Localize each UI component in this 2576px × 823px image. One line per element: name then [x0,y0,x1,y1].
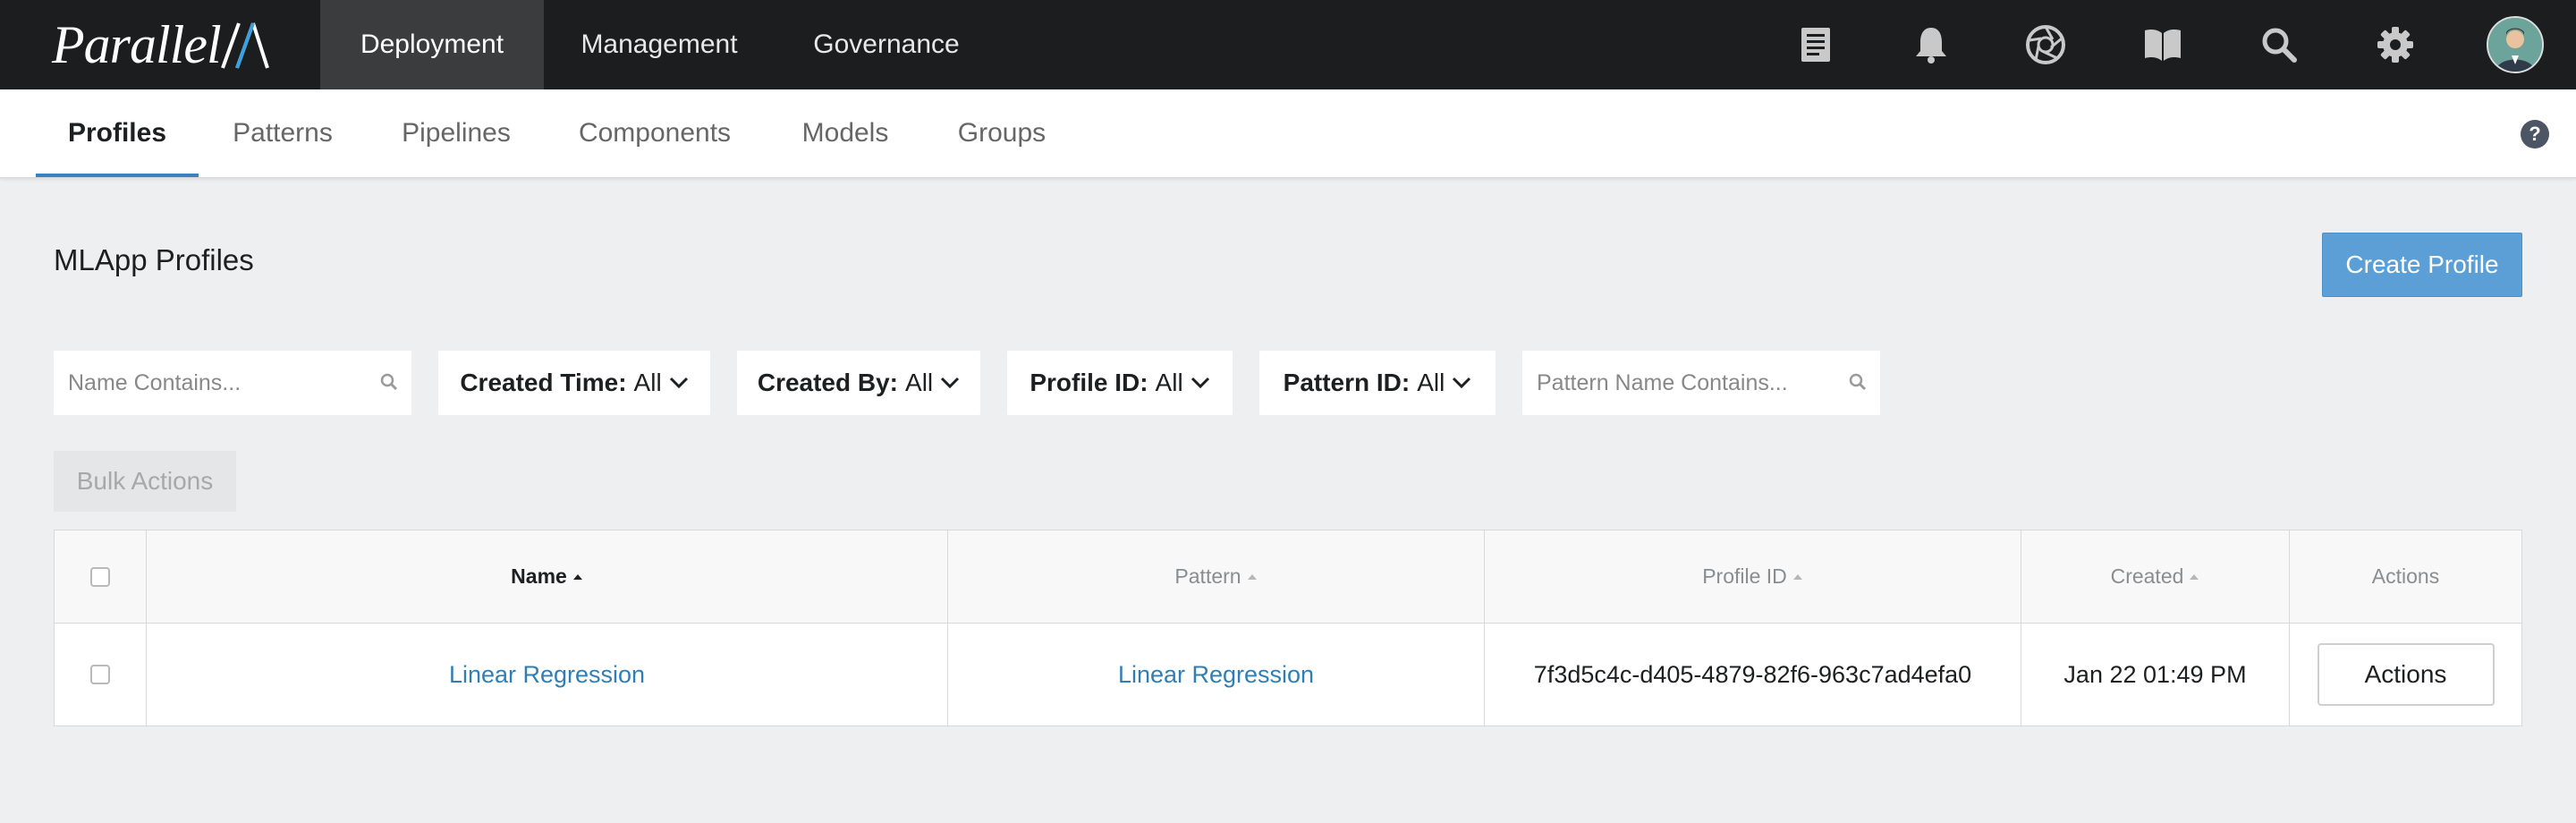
chevron-down-icon [1191,377,1209,389]
tab-label: Components [578,118,732,148]
book-icon[interactable] [2140,22,2185,67]
sort-icon [1247,573,1257,580]
column-header-label: Profile ID [1702,564,1787,588]
nav-tab-deployment[interactable]: Deployment [320,0,544,89]
document-icon[interactable] [1793,22,1838,67]
row-pattern-cell: Linear Regression [948,624,1484,725]
search-icon[interactable] [2257,22,2301,67]
profile-name-link[interactable]: Linear Regression [449,661,645,689]
row-profile-id-cell: 7f3d5c4c-d405-4879-82f6-963c7ad4efa0 [1533,660,1972,688]
app-logo[interactable]: Parallel [52,14,271,74]
create-profile-button[interactable]: Create Profile [2322,233,2522,297]
filter-key: Created By: [757,369,899,396]
pattern-name-placeholder: Pattern Name Contains... [1537,369,1788,395]
created-by-filter[interactable]: Created By: All [737,351,980,415]
table-row [55,624,146,725]
pattern-name-search-input[interactable]: Pattern Name Contains... [1522,351,1880,415]
chevron-down-icon [1453,377,1471,389]
row-actions-cell: Actions [2290,624,2521,725]
chevron-down-icon [669,377,688,389]
tab-label: Groups [957,118,1046,148]
filter-value: All [905,369,934,396]
search-icon [1849,373,1867,391]
pattern-id-filter[interactable]: Pattern ID: All [1259,351,1496,415]
tab-models[interactable]: Models [782,89,909,177]
select-all-cell [55,530,146,623]
help-icon[interactable]: ? [2521,120,2549,148]
column-header-profile-id[interactable]: Profile ID [1485,530,2021,623]
filter-key: Pattern ID: [1283,369,1411,396]
tab-groups[interactable]: Groups [945,89,1059,177]
nav-tab-management[interactable]: Management [544,0,775,89]
column-header-name[interactable]: Name [147,530,947,623]
user-avatar[interactable] [2487,16,2544,73]
pattern-link[interactable]: Linear Regression [1118,661,1314,689]
created-time-filter[interactable]: Created Time: All [438,351,710,415]
sort-icon [1792,573,1802,580]
gear-icon[interactable] [2373,22,2418,67]
select-all-checkbox[interactable] [90,566,110,587]
tab-patterns[interactable]: Patterns [215,89,351,177]
sort-icon [2190,573,2199,580]
row-checkbox[interactable] [90,665,110,684]
aperture-icon[interactable] [2023,22,2068,67]
column-header-pattern[interactable]: Pattern [948,530,1484,623]
filter-value: All [633,369,662,396]
tab-label: Pipelines [402,118,511,148]
top-navigation-bar: Parallel Deployment Management Governanc… [0,0,2576,89]
bulk-actions-button[interactable]: Bulk Actions [54,451,236,512]
row-actions-button[interactable]: Actions [2317,643,2495,706]
sort-asc-icon [572,573,582,580]
bell-icon[interactable] [1909,22,1953,67]
search-icon [380,373,398,391]
nav-tab-governance[interactable]: Governance [775,0,998,89]
column-header-label: Actions [2371,564,2440,588]
name-search-placeholder: Name Contains... [68,369,242,395]
name-search-input[interactable]: Name Contains... [54,351,411,415]
column-header-actions: Actions [2290,530,2521,623]
profiles-table: Name Pattern Profile ID Created Actions … [54,530,2522,726]
tab-components[interactable]: Components [565,89,744,177]
tab-profiles[interactable]: Profiles [36,89,199,177]
column-header-created[interactable]: Created [2021,530,2289,623]
tab-label: Profiles [67,118,167,148]
chevron-down-icon [941,377,960,389]
tab-label: Models [801,118,889,148]
logo-text: Parallel [52,14,222,74]
secondary-navigation: Profiles Patterns Pipelines Components M… [0,89,2576,178]
row-created-cell: Jan 22 01:49 PM [2063,660,2247,688]
filter-key: Profile ID: [1030,369,1148,396]
nav-tab-label: Deployment [360,30,504,59]
column-header-label: Name [511,564,567,588]
filter-value: All [1155,369,1183,396]
filter-value: All [1417,369,1445,396]
profile-id-filter[interactable]: Profile ID: All [1007,351,1233,415]
tab-label: Patterns [233,118,333,148]
tab-pipelines[interactable]: Pipelines [385,89,528,177]
parallelm-mark-icon [220,22,269,69]
row-name-cell: Linear Regression [147,624,947,725]
nav-tab-label: Governance [813,30,960,59]
page-title: MLApp Profiles [54,243,254,276]
filter-key: Created Time: [460,369,627,396]
nav-tab-label: Management [580,30,738,59]
column-header-label: Pattern [1174,564,1241,588]
column-header-label: Created [2110,564,2184,588]
